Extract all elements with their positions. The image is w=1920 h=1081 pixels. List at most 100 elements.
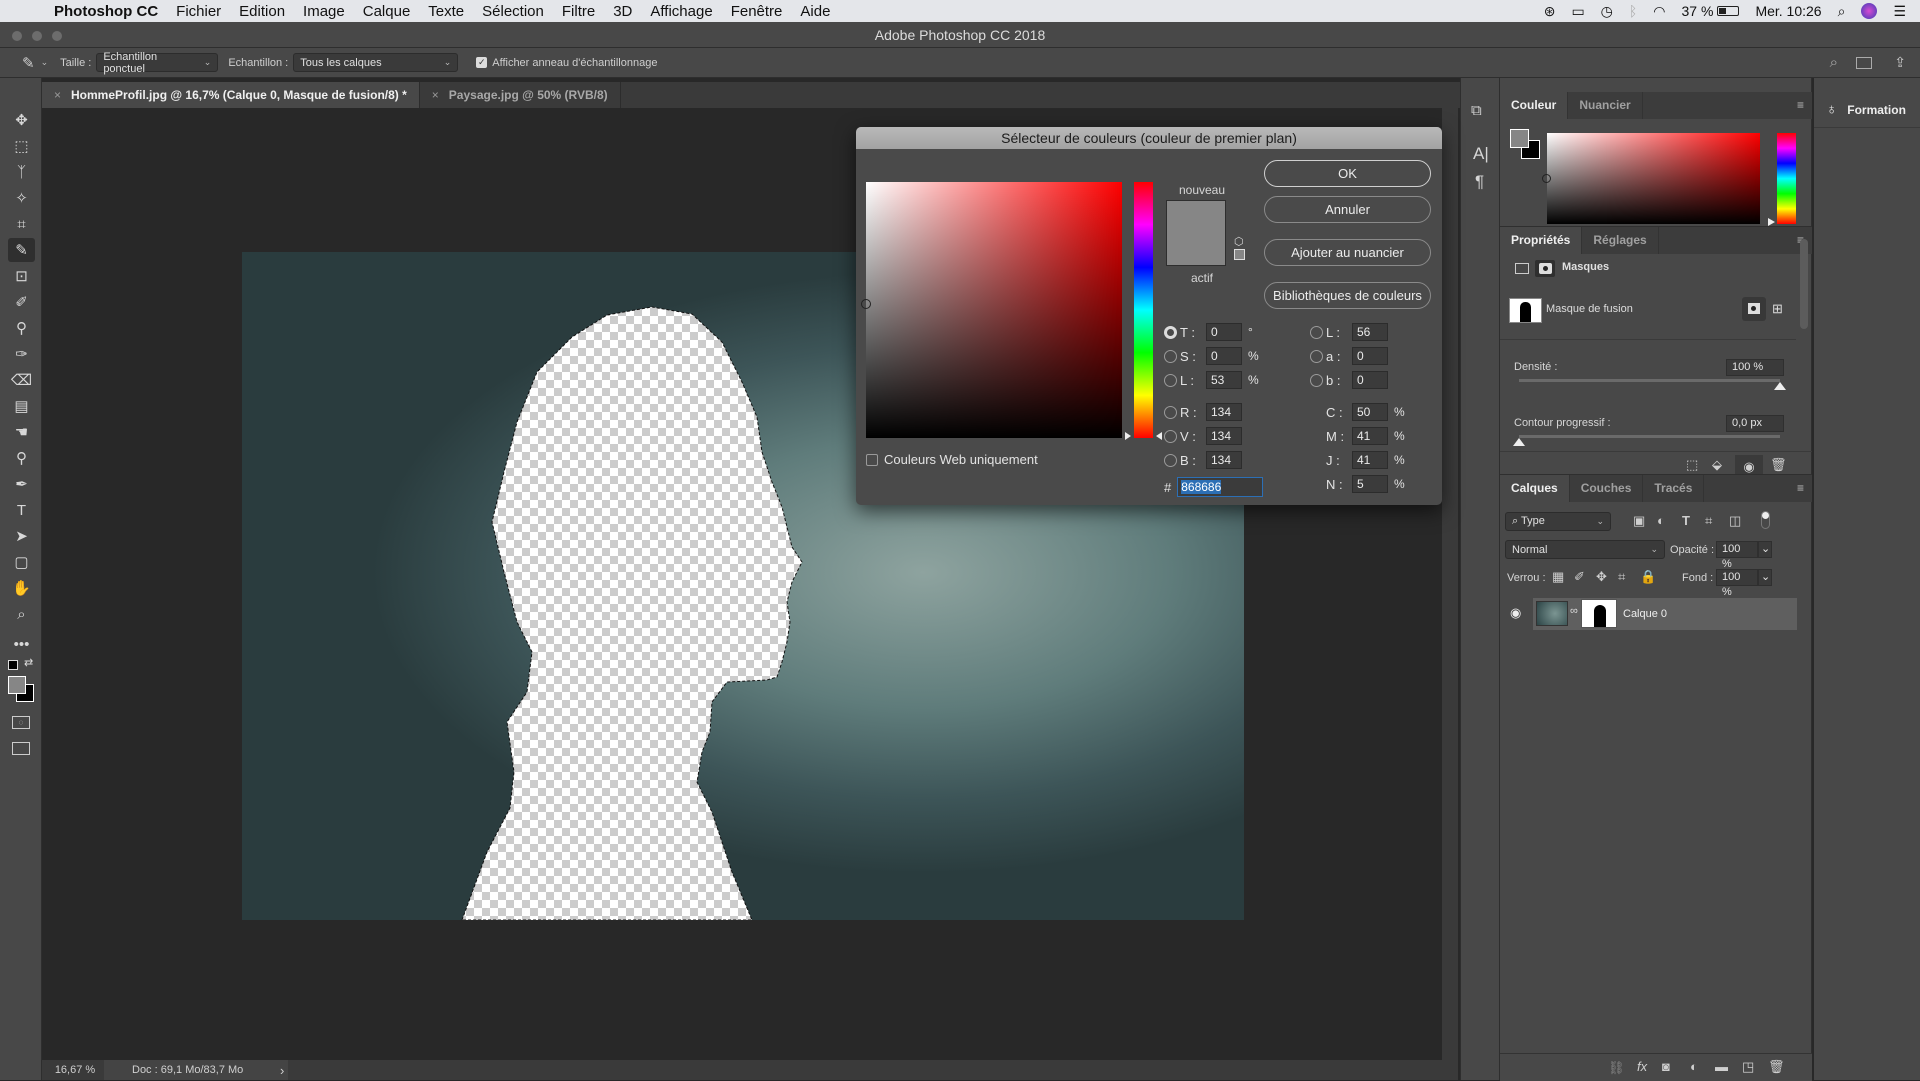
hsb-radio[interactable] [1164, 373, 1177, 387]
zoom-icon[interactable]: ⌕ [8, 602, 35, 626]
history-icon[interactable]: ⧉ [1471, 102, 1482, 119]
filter-smartobject-icon[interactable]: ◫ [1729, 513, 1741, 529]
size-select[interactable]: Echantillon ponctuel ⌄ [96, 51, 219, 75]
marquee-icon[interactable]: ⬚ [8, 134, 35, 158]
apply-mask-icon[interactable] [1742, 297, 1766, 321]
lock-artboard-icon[interactable]: ⌗ [1618, 569, 1625, 585]
color-spectrum-field[interactable] [1547, 133, 1760, 224]
opacity-input[interactable]: 100 % [1716, 541, 1758, 570]
eraser-icon[interactable]: ⌫ [8, 368, 35, 392]
lab-input[interactable]: 56 [1352, 323, 1388, 341]
character-icon[interactable]: A| [1473, 144, 1489, 164]
density-slider[interactable] [1519, 379, 1780, 382]
delete-layer-icon[interactable]: 🗑 [1768, 1059, 1785, 1075]
filter-adjustment-icon[interactable]: ◐ [1657, 513, 1665, 528]
cmyk-input[interactable]: 41 [1352, 427, 1388, 445]
menu-filtre[interactable]: Filtre [553, 3, 604, 20]
sample-select[interactable]: Tous les calques ⌄ [293, 53, 459, 72]
density-slider-handle[interactable] [1774, 382, 1786, 390]
pixel-mask-icon[interactable] [1515, 263, 1529, 274]
cmyk-input[interactable]: 5 [1352, 475, 1388, 493]
lock-position-icon[interactable]: ✥ [1596, 569, 1607, 585]
hex-input[interactable]: 868686 [1177, 477, 1264, 497]
zoom-level[interactable]: 16,67 % [46, 1064, 104, 1076]
share-icon[interactable]: ⇪ [1894, 54, 1906, 71]
properties-scrollbar[interactable] [1800, 239, 1808, 329]
screen-mode-icon[interactable] [12, 742, 30, 755]
smudge-icon[interactable]: ☚ [8, 420, 35, 444]
vector-mask-toggle[interactable] [1535, 260, 1555, 277]
rgb-radio[interactable] [1164, 405, 1177, 419]
link-layers-icon[interactable]: ⛓ [1608, 1060, 1625, 1076]
paragraph-icon[interactable]: ¶ [1475, 172, 1484, 192]
history-brush-icon[interactable]: ✑ [8, 342, 35, 366]
path-select-icon[interactable]: ➤ [8, 524, 35, 548]
hsb-input[interactable]: 0 [1206, 323, 1242, 341]
chevron-down-icon[interactable]: ⌄ [41, 57, 49, 68]
notification-center-icon[interactable]: ☰ [1893, 3, 1906, 20]
menu-selection[interactable]: Sélection [473, 3, 553, 20]
add-to-swatches-button[interactable]: Ajouter au nuancier [1264, 239, 1431, 266]
battery-icon[interactable] [1717, 6, 1740, 16]
lab-radio[interactable] [1310, 349, 1323, 363]
lab-radio[interactable] [1310, 325, 1323, 339]
menu-image[interactable]: Image [294, 3, 354, 20]
filter-pixel-icon[interactable]: ▣ [1633, 513, 1645, 529]
move-icon[interactable]: ✥ [8, 108, 35, 132]
lock-image-icon[interactable]: ✐ [1574, 569, 1585, 585]
menu-fichier[interactable]: Fichier [167, 3, 230, 20]
rgb-radio[interactable] [1164, 429, 1177, 443]
tab-couleur[interactable]: Couleur [1500, 92, 1569, 119]
menu-edition[interactable]: Edition [230, 3, 294, 20]
cancel-button[interactable]: Annuler [1264, 196, 1431, 223]
layer-filter-select[interactable]: ⌕ Type ⌄ [1505, 512, 1611, 531]
load-selection-icon[interactable]: ⊞ [1772, 301, 1783, 317]
lasso-icon[interactable]: ᛉ [8, 160, 35, 184]
selection-from-mask-icon[interactable]: ⬚ [1686, 457, 1698, 473]
color-field-cursor[interactable] [861, 299, 871, 309]
lab-radio[interactable] [1310, 373, 1323, 387]
feather-slider-handle[interactable] [1513, 438, 1525, 446]
panel-menu-icon[interactable]: ≡ [1797, 92, 1812, 119]
tab-hommeprofil[interactable]: × HommeProfil.jpg @ 16,7% (Calque 0, Masq… [42, 82, 420, 108]
ok-button[interactable]: OK [1264, 160, 1431, 187]
adjustment-layer-icon[interactable]: ◐ [1690, 1059, 1698, 1074]
menu-calque[interactable]: Calque [354, 3, 420, 20]
hsb-input[interactable]: 0 [1206, 347, 1242, 365]
layer-name[interactable]: Calque 0 [1623, 608, 1667, 620]
type-icon[interactable]: T [8, 498, 35, 522]
rgb-input[interactable]: 134 [1206, 451, 1242, 469]
hue-slider-right-handle[interactable] [1156, 432, 1162, 440]
hue-slider[interactable] [1134, 182, 1153, 438]
tab-proprietes[interactable]: Propriétés [1500, 227, 1583, 254]
menu-fenetre[interactable]: Fenêtre [722, 3, 792, 20]
layer-thumbnail[interactable] [1536, 601, 1568, 626]
minimize-window-button[interactable] [32, 31, 42, 41]
rgb-radio[interactable] [1164, 453, 1177, 467]
hue-slider[interactable] [1777, 133, 1796, 224]
filter-type-icon[interactable]: T [1682, 513, 1690, 528]
tab-reglages[interactable]: Réglages [1582, 227, 1659, 254]
close-tab-icon[interactable]: × [432, 88, 439, 102]
zoom-window-button[interactable] [52, 31, 62, 41]
rgb-input[interactable]: 134 [1206, 403, 1242, 421]
blend-mode-select[interactable]: Normal ⌄ [1505, 540, 1665, 559]
close-tab-icon[interactable]: × [54, 88, 61, 102]
layer-visibility-eye-icon[interactable]: ◉ [1510, 605, 1521, 621]
quick-mask-icon[interactable]: ◌ [12, 716, 30, 729]
workspace-icon[interactable] [1856, 56, 1872, 69]
menu-affichage[interactable]: Affichage [641, 3, 721, 20]
spotlight-icon[interactable]: ⌕ [1838, 3, 1846, 20]
rgb-input[interactable]: 134 [1206, 427, 1242, 445]
saturation-brightness-field[interactable] [866, 182, 1122, 438]
foreground-color-swatch[interactable] [1510, 129, 1529, 148]
lab-input[interactable]: 0 [1352, 347, 1388, 365]
siri-icon[interactable] [1861, 3, 1878, 19]
menu-texte[interactable]: Texte [419, 3, 473, 20]
show-ring-checkbox[interactable]: ✓ [476, 57, 488, 68]
tab-traces[interactable]: Tracés [1643, 475, 1705, 502]
bluetooth-icon[interactable]: ᛒ [1629, 3, 1637, 19]
density-input[interactable]: 100 % [1726, 359, 1784, 376]
magic-wand-icon[interactable]: ✧ [8, 186, 35, 210]
web-colors-only-checkbox[interactable] [866, 453, 878, 466]
